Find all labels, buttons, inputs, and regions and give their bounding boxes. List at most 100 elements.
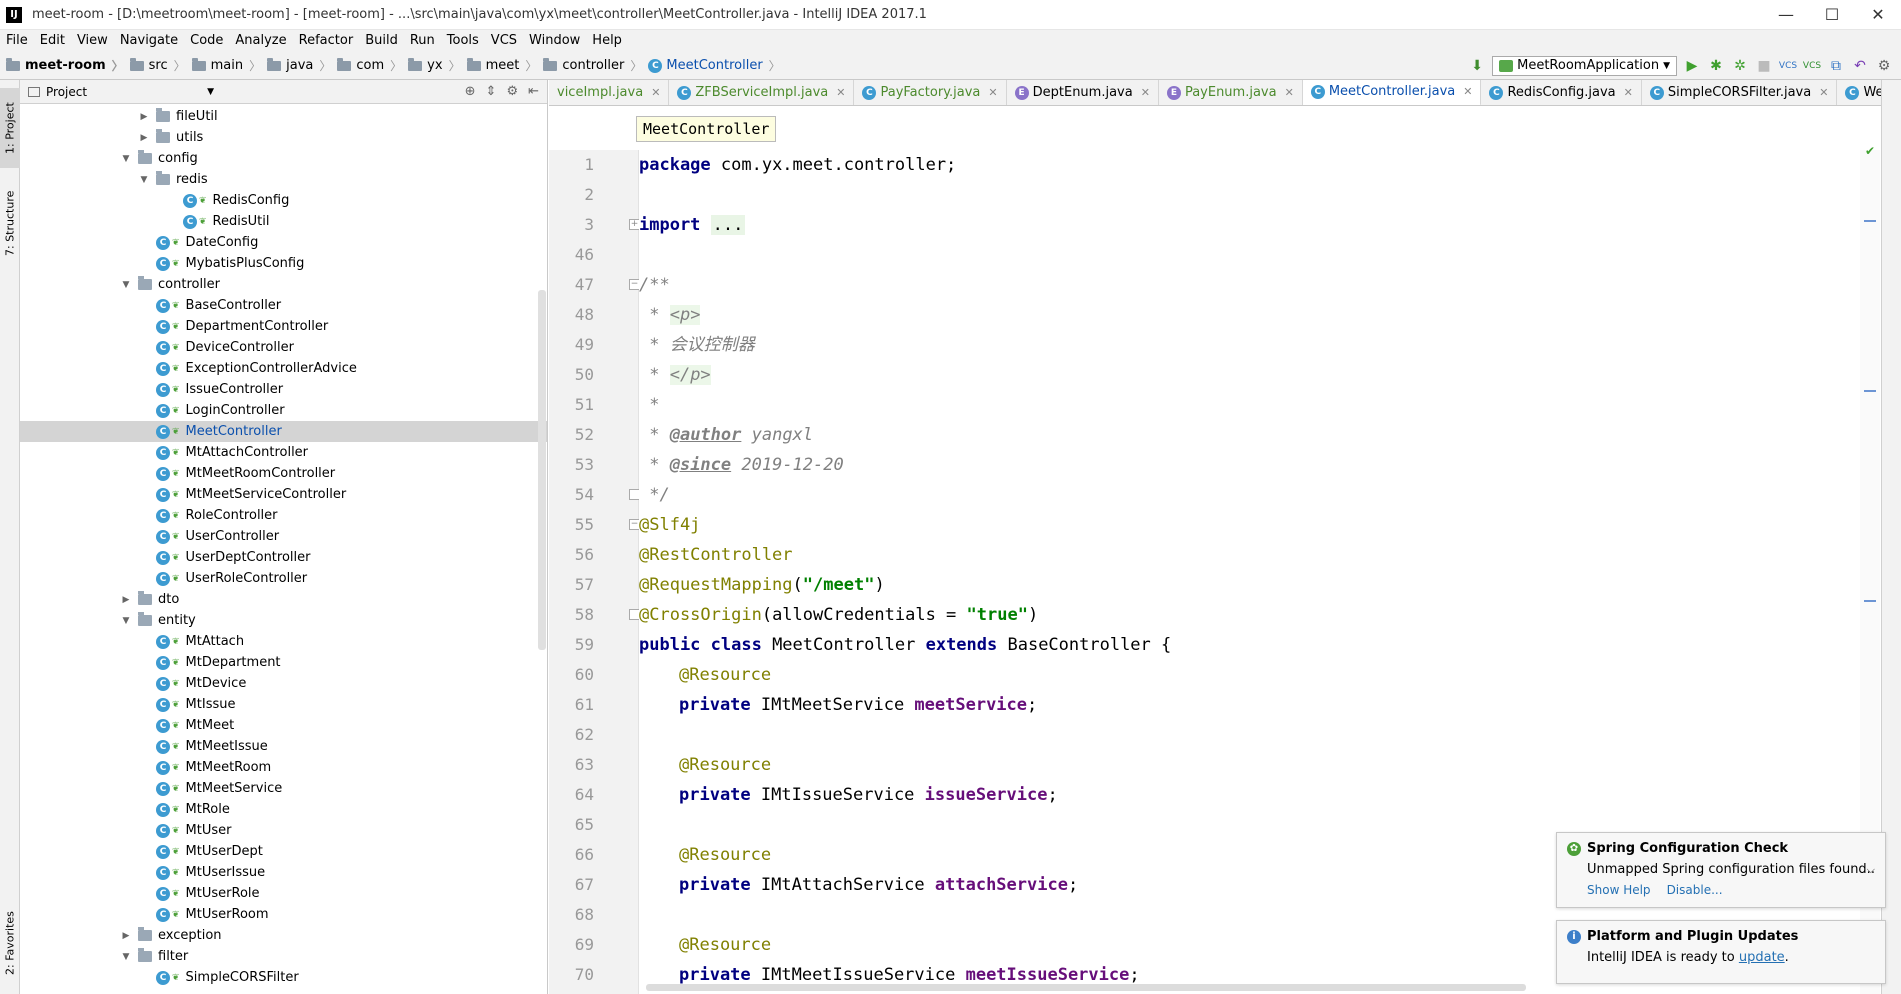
tree-class[interactable]: C ❦ MtUserRole bbox=[20, 883, 547, 904]
tree-package[interactable]: ▶ dto bbox=[20, 589, 547, 610]
breadcrumb-src[interactable]: src 〉 bbox=[129, 57, 186, 74]
tree-class[interactable]: C ❦ UserRoleController bbox=[20, 568, 547, 589]
tree-package[interactable]: ▶ exception bbox=[20, 925, 547, 946]
tree-class[interactable]: C ❦ MeetController bbox=[20, 421, 547, 442]
tree-class[interactable]: C ❦ RoleController bbox=[20, 505, 547, 526]
tree-class[interactable]: C ❦ MtMeetRoomController bbox=[20, 463, 547, 484]
tree-package[interactable]: ▼ entity bbox=[20, 610, 547, 631]
tree-class[interactable]: C ❦ UserDeptController bbox=[20, 547, 547, 568]
tool-tab-structure[interactable]: 7: Structure bbox=[0, 178, 20, 268]
tree-class[interactable]: C ❦ MtAttach bbox=[20, 631, 547, 652]
chevron-down-icon[interactable]: ▼ bbox=[138, 175, 150, 185]
project-panel-title[interactable]: Project bbox=[46, 85, 87, 99]
collapse-all-icon[interactable]: ⇕ bbox=[486, 84, 497, 99]
menu-build[interactable]: Build bbox=[359, 30, 404, 52]
tool-tab-project[interactable]: 1: Project bbox=[0, 88, 20, 168]
menu-refactor[interactable]: Refactor bbox=[293, 30, 360, 52]
stripe-marker[interactable] bbox=[1864, 390, 1876, 392]
breadcrumb-java[interactable]: java 〉 bbox=[267, 57, 331, 74]
menu-code[interactable]: Code bbox=[184, 30, 229, 52]
editor-tab[interactable]: C SimpleCORSFilter.java ✕ bbox=[1642, 80, 1838, 105]
menu-window[interactable]: Window bbox=[523, 30, 586, 52]
chevron-down-icon[interactable]: ▼ bbox=[207, 87, 214, 97]
editor-tab[interactable]: CviceImpl.java✕ bbox=[549, 80, 670, 105]
tree-class[interactable]: C ❦ DeviceController bbox=[20, 337, 547, 358]
chevron-right-icon[interactable]: ▶ bbox=[138, 133, 150, 143]
tree-class[interactable]: C ❦ MtDevice bbox=[20, 673, 547, 694]
disable-link[interactable]: Disable... bbox=[1667, 883, 1723, 897]
editor-tab[interactable]: C PayFactory.java ✕ bbox=[854, 80, 1007, 105]
horizontal-scrollbar[interactable] bbox=[646, 984, 1526, 991]
chevron-down-icon[interactable]: ▼ bbox=[120, 616, 132, 626]
stripe-marker[interactable] bbox=[1864, 220, 1876, 222]
close-tab-icon[interactable]: ✕ bbox=[1819, 86, 1828, 99]
editor-tab[interactable]: C RedisConfig.java ✕ bbox=[1481, 80, 1642, 105]
run-icon[interactable]: ▶ bbox=[1683, 57, 1701, 75]
menu-edit[interactable]: Edit bbox=[34, 30, 71, 52]
breadcrumb-yx[interactable]: yx 〉 bbox=[408, 57, 461, 74]
settings-icon[interactable]: ⚙ bbox=[1875, 57, 1893, 75]
close-tab-icon[interactable]: ✕ bbox=[836, 86, 845, 99]
close-tab-icon[interactable]: ✕ bbox=[1624, 86, 1633, 99]
coverage-icon[interactable]: ✲ bbox=[1731, 57, 1749, 75]
tree-class[interactable]: C ❦ MtUserDept bbox=[20, 841, 547, 862]
show-help-link[interactable]: Show Help bbox=[1587, 883, 1651, 897]
tree-scrollbar[interactable] bbox=[538, 290, 546, 650]
menu-analyze[interactable]: Analyze bbox=[229, 30, 292, 52]
tree-class[interactable]: C ❦ MtUserRoom bbox=[20, 904, 547, 925]
editor-tab[interactable]: C MeetController.java ✕ bbox=[1302, 80, 1482, 105]
chevron-down-icon[interactable]: ⌵ bbox=[1867, 863, 1875, 877]
breadcrumb-main[interactable]: main 〉 bbox=[191, 57, 261, 74]
menu-run[interactable]: Run bbox=[404, 30, 441, 52]
tree-package[interactable]: ▶ fileUtil bbox=[20, 106, 547, 127]
tree-class[interactable]: C ❦ MtAttachController bbox=[20, 442, 547, 463]
vcs-update-icon[interactable]: VCS bbox=[1779, 57, 1797, 75]
menu-view[interactable]: View bbox=[71, 30, 114, 52]
tree-class[interactable]: C ❦ MtDepartment bbox=[20, 652, 547, 673]
hide-panel-icon[interactable]: ⇤ bbox=[528, 84, 539, 99]
locate-file-icon[interactable]: ⊕ bbox=[465, 84, 476, 99]
breadcrumb-file[interactable]: C MeetController 〉 bbox=[648, 57, 781, 74]
chevron-down-icon[interactable]: ▼ bbox=[120, 154, 132, 164]
tree-class[interactable]: C ❦ MtMeetServiceController bbox=[20, 484, 547, 505]
menu-navigate[interactable]: Navigate bbox=[114, 30, 184, 52]
close-tab-icon[interactable]: ✕ bbox=[1285, 86, 1294, 99]
gear-icon[interactable]: ⚙ bbox=[506, 84, 518, 99]
run-config-select[interactable]: MeetRoomApplication ▼ bbox=[1492, 55, 1677, 76]
close-tab-icon[interactable]: ✕ bbox=[988, 86, 997, 99]
vcs-commit-icon[interactable]: VCS bbox=[1803, 57, 1821, 75]
revert-icon[interactable]: ↶ bbox=[1851, 57, 1869, 75]
chevron-down-icon[interactable]: ▼ bbox=[120, 952, 132, 962]
chevron-right-icon[interactable]: ▶ bbox=[120, 595, 132, 605]
tree-package[interactable]: ▼ redis bbox=[20, 169, 547, 190]
folded-imports[interactable]: ... bbox=[710, 215, 746, 235]
tree-class[interactable]: C ❦ RedisConfig bbox=[20, 190, 547, 211]
compare-icon[interactable]: ⧉ bbox=[1827, 57, 1845, 75]
tree-class[interactable]: C ❦ MtUser bbox=[20, 820, 547, 841]
menu-help[interactable]: Help bbox=[586, 30, 628, 52]
close-tab-icon[interactable]: ✕ bbox=[1141, 86, 1150, 99]
editor-tab[interactable]: E PayEnum.java ✕ bbox=[1159, 80, 1303, 105]
tree-class[interactable]: C ❦ MtIssue bbox=[20, 694, 547, 715]
editor-tab[interactable]: C ZFBServiceImpl.java ✕ bbox=[669, 80, 855, 105]
tree-class[interactable]: C ❦ BaseController bbox=[20, 295, 547, 316]
tree-class[interactable]: C ❦ MtUserIssue bbox=[20, 862, 547, 883]
editor-tab[interactable]: E DeptEnum.java ✕ bbox=[1007, 80, 1159, 105]
tree-package[interactable]: ▼ config bbox=[20, 148, 547, 169]
debug-icon[interactable]: ✱ bbox=[1707, 57, 1725, 75]
tree-class[interactable]: C ❦ MtRole bbox=[20, 799, 547, 820]
minimize-button[interactable]: — bbox=[1763, 0, 1809, 30]
chevron-down-icon[interactable]: ▼ bbox=[120, 280, 132, 290]
tree-class[interactable]: C ❦ SimpleCORSFilter bbox=[20, 967, 547, 988]
menu-tools[interactable]: Tools bbox=[441, 30, 485, 52]
chevron-right-icon[interactable]: ▶ bbox=[138, 112, 150, 122]
tree-class[interactable]: C ❦ IssueController bbox=[20, 379, 547, 400]
tree-class[interactable]: C ❦ MtMeetRoom bbox=[20, 757, 547, 778]
update-link[interactable]: update bbox=[1739, 950, 1785, 965]
maximize-button[interactable]: ☐ bbox=[1809, 0, 1855, 30]
breadcrumb-com[interactable]: com 〉 bbox=[337, 57, 402, 74]
tree-class[interactable]: C ❦ LoginController bbox=[20, 400, 547, 421]
tree-class[interactable]: C ❦ DateConfig bbox=[20, 232, 547, 253]
tool-tab-favorites[interactable]: 2: Favorites bbox=[0, 900, 20, 986]
stripe-marker[interactable] bbox=[1864, 600, 1876, 602]
